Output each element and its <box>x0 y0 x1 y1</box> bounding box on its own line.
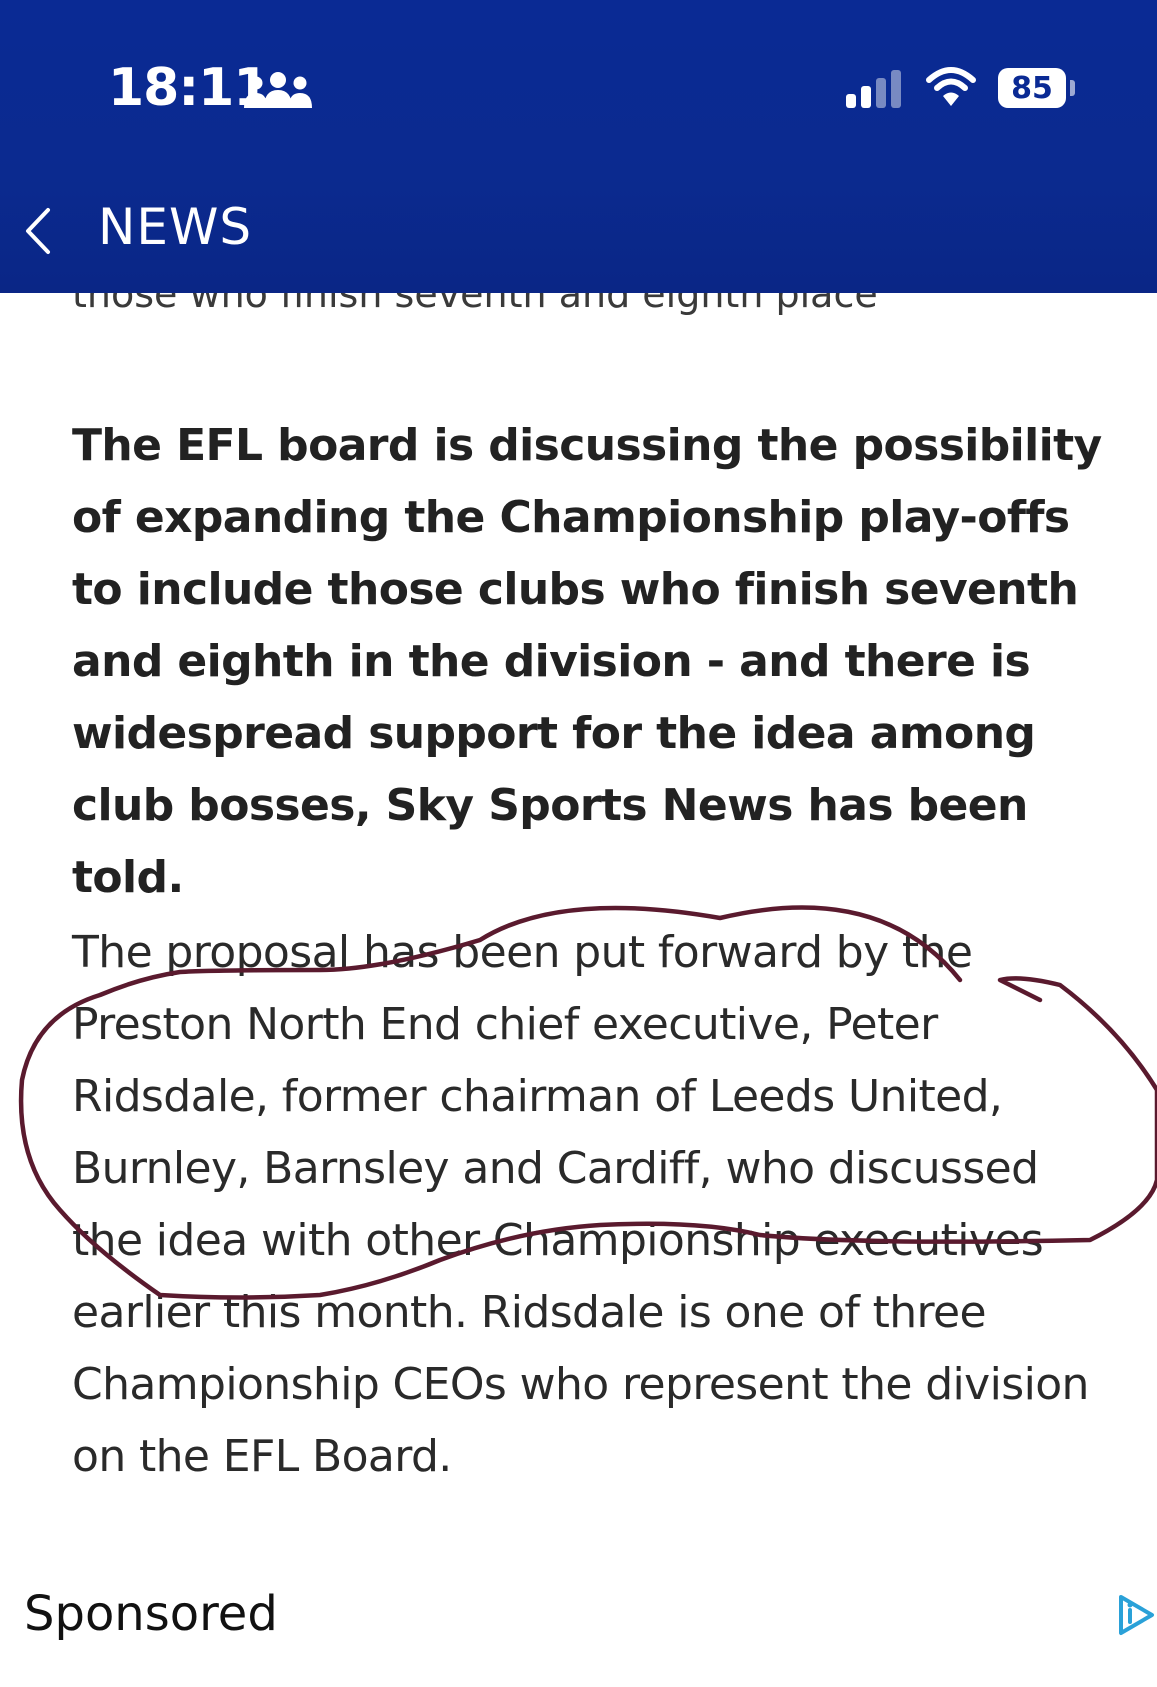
wifi-icon <box>926 67 976 106</box>
battery-indicator: 85 <box>998 68 1066 108</box>
article-lead-paragraph: The EFL board is discussing the possibil… <box>72 420 1102 903</box>
article-body-paragraph: The proposal has been put forward by the… <box>72 927 1089 1482</box>
people-group-icon <box>244 72 312 108</box>
battery-tip <box>1070 80 1075 96</box>
adchoices-icon[interactable] <box>1116 1592 1156 1638</box>
chevron-left-icon[interactable] <box>20 206 54 256</box>
cellular-signal-icon <box>846 70 901 108</box>
page-title: NEWS <box>98 198 253 256</box>
app-header: 18:11 85 NEWS <box>0 0 1157 293</box>
sponsored-label: Sponsored <box>24 1586 278 1642</box>
